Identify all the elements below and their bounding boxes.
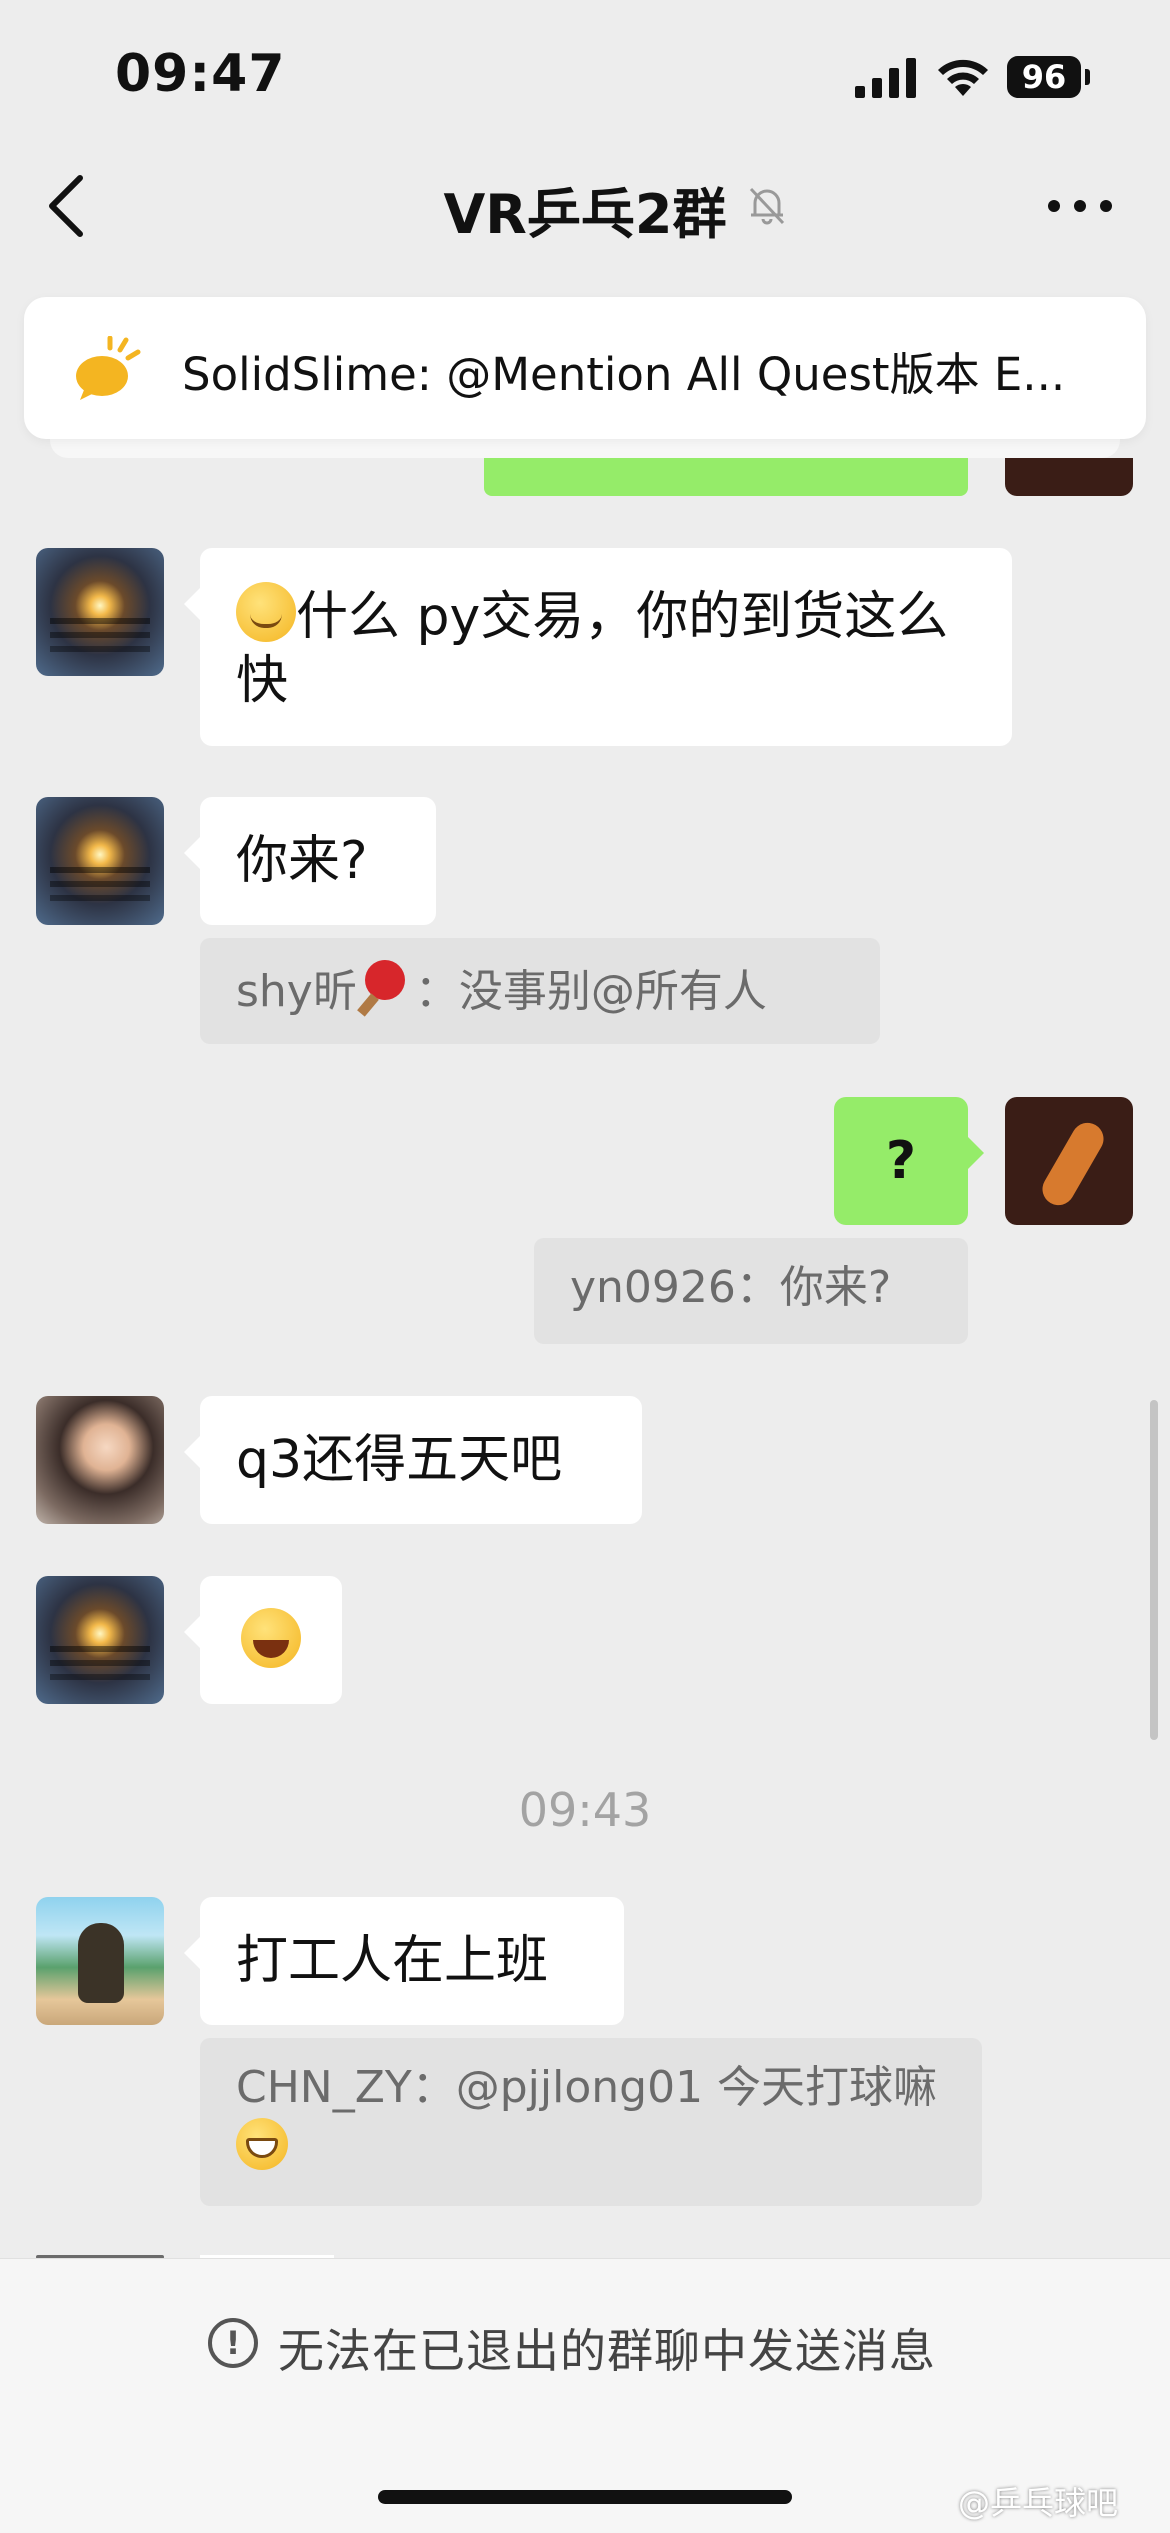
message-bubble[interactable]: 什么 py交易，你的到货这么快 (184, 548, 1012, 746)
ping-pong-emoji (357, 958, 415, 1016)
message-bubble[interactable] (184, 1576, 342, 1704)
quoted-reply[interactable]: shy昕 ：没事别@所有人 (200, 938, 880, 1044)
message-text: 打工人在上班 (236, 1931, 549, 1991)
my-message-bubble[interactable]: ? (834, 1097, 984, 1225)
battery-icon: 96 (1007, 56, 1091, 98)
more-options-button[interactable] (1040, 188, 1120, 224)
info-exclamation-icon: ! (208, 2318, 258, 2368)
avatar[interactable] (36, 548, 164, 676)
message-text: q3还得五天吧 (236, 1430, 563, 1490)
message-bubble[interactable]: 你来? (184, 797, 436, 925)
my-avatar[interactable] (1005, 1097, 1133, 1225)
quoted-reply[interactable]: yn0926：你来? (534, 1238, 968, 1344)
partial-avatar[interactable] (1005, 458, 1133, 496)
message-text: 什么 py交易，你的到货这么快 (236, 587, 949, 711)
mute-bell-icon (749, 187, 785, 225)
battery-level: 96 (1007, 56, 1081, 98)
message-text: ? (885, 1131, 917, 1191)
quoted-reply[interactable]: CHN_ZY：@pjjlong01 今天打球嘛 (200, 2038, 982, 2206)
smiling-face-emoji (236, 582, 296, 642)
partial-message-bubble[interactable] (484, 458, 968, 496)
message-timestamp: 09:43 (518, 1783, 652, 1837)
scrollbar[interactable] (1150, 1400, 1158, 1740)
quote-text: CHN_ZY：@pjjlong01 今天打球嘛 (236, 2062, 938, 2113)
watermark: @乒乓球吧 (958, 2484, 1119, 2522)
cannot-send-notice: 无法在已退出的群聊中发送消息 (278, 2324, 936, 2378)
message-bubble[interactable]: 打工人在上班 (184, 1897, 624, 2025)
avatar[interactable] (36, 797, 164, 925)
quote-text: yn0926：你来? (570, 1262, 892, 1313)
chat-title: VR乒乓2群 (443, 183, 727, 246)
home-indicator[interactable] (378, 2490, 792, 2504)
message-text: 你来? (236, 831, 368, 891)
wifi-icon (938, 59, 988, 96)
message-bubble[interactable]: q3还得五天吧 (184, 1396, 642, 1524)
avatar[interactable] (36, 1576, 164, 1704)
avatar[interactable] (36, 1897, 164, 2025)
avatar[interactable] (36, 1396, 164, 1524)
cellular-signal-icon (855, 58, 916, 98)
announcement-speech-icon (76, 336, 141, 400)
grinning-emoji (236, 2118, 288, 2170)
quote-sender: shy昕 (236, 966, 357, 1017)
laughing-emoji (241, 1608, 301, 1668)
quote-text: ：没事别@所有人 (414, 966, 767, 1017)
status-time: 09:47 (115, 44, 286, 104)
pinned-announcement-text: SolidSlime: @Mention All Quest版本 E... (182, 348, 1066, 401)
